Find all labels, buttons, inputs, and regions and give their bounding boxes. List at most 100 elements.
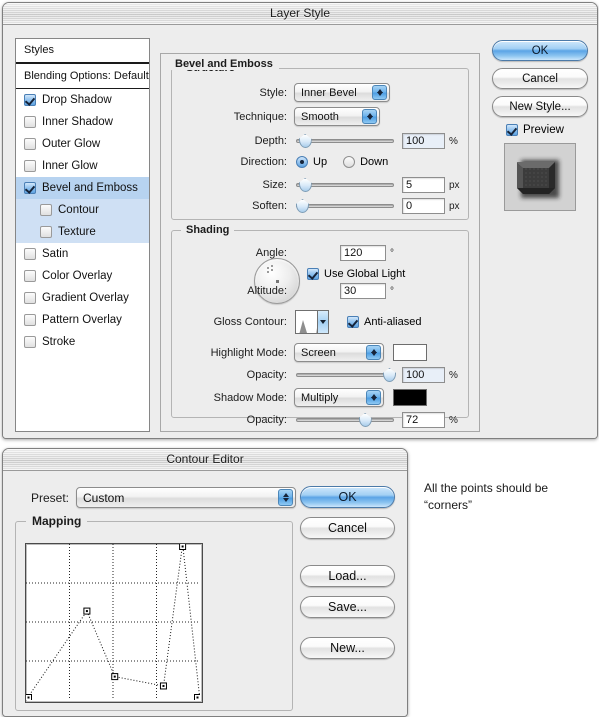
contour-editor-window: Contour Editor Preset: Custom Mapping OK… bbox=[2, 448, 408, 717]
direction-down-label: Down bbox=[360, 156, 389, 168]
preview-bevel-swatch-icon bbox=[517, 160, 559, 198]
soften-input[interactable]: 0 bbox=[402, 198, 445, 214]
technique-select[interactable]: Smooth bbox=[294, 107, 380, 126]
style-item-color-overlay[interactable]: Color Overlay bbox=[16, 265, 149, 287]
contour-editor-titlebar[interactable]: Contour Editor bbox=[3, 449, 407, 471]
save-button[interactable]: Save... bbox=[300, 596, 395, 618]
highlight-mode-label: Highlight Mode: bbox=[210, 346, 287, 359]
checkbox-unchecked-icon[interactable] bbox=[24, 292, 36, 304]
depth-input[interactable]: 100 bbox=[402, 133, 445, 149]
style-item-label: Texture bbox=[58, 226, 96, 238]
highlight-opacity-value: 100 bbox=[406, 369, 425, 381]
checkbox-unchecked-icon[interactable] bbox=[24, 270, 36, 282]
angle-input[interactable]: 120 bbox=[340, 245, 386, 261]
preset-select-value: Custom bbox=[83, 490, 125, 505]
load-button[interactable]: Load... bbox=[300, 565, 395, 587]
direction-up-label: Up bbox=[313, 156, 328, 168]
contour-curve-svg[interactable] bbox=[26, 544, 200, 700]
highlight-opacity-input[interactable]: 100 bbox=[402, 367, 445, 383]
style-item-texture[interactable]: Texture bbox=[16, 221, 149, 243]
depth-slider-thumb[interactable] bbox=[298, 134, 312, 148]
anti-aliased-label: Anti-aliased bbox=[364, 316, 422, 328]
style-select-value: Inner Bevel bbox=[301, 86, 357, 99]
checkbox-unchecked-icon[interactable] bbox=[24, 116, 36, 128]
chevron-down-icon[interactable] bbox=[317, 311, 328, 333]
annotation-line-2: “corners” bbox=[424, 498, 473, 512]
shadow-opacity-input[interactable]: 72 bbox=[402, 412, 445, 428]
preset-select[interactable]: Custom bbox=[76, 487, 296, 508]
style-select[interactable]: Inner Bevel bbox=[294, 83, 390, 102]
checkbox-unchecked-icon[interactable] bbox=[40, 226, 52, 238]
style-item-satin[interactable]: Satin bbox=[16, 243, 149, 265]
checkbox-unchecked-icon[interactable] bbox=[24, 248, 36, 260]
contour-editor-body: Preset: Custom Mapping OK Cancel Load...… bbox=[3, 471, 407, 716]
size-label: Size: bbox=[262, 179, 287, 191]
soften-slider[interactable] bbox=[296, 199, 394, 213]
ok-button[interactable]: OK bbox=[492, 40, 588, 61]
cancel-button[interactable]: Cancel bbox=[492, 68, 588, 89]
layer-style-window: Layer Style Styles Blending Options: Def… bbox=[2, 2, 598, 439]
style-item-outer-glow[interactable]: Outer Glow bbox=[16, 133, 149, 155]
style-item-gradient-overlay[interactable]: Gradient Overlay bbox=[16, 287, 149, 309]
angle-dial-tick bbox=[271, 269, 273, 271]
direction-radio-up[interactable]: Up bbox=[296, 156, 327, 168]
new-style-button[interactable]: New Style... bbox=[492, 96, 588, 117]
chevron-updown-icon bbox=[366, 390, 381, 405]
new-button[interactable]: New... bbox=[300, 637, 395, 659]
checkbox-checked-icon[interactable] bbox=[24, 94, 36, 106]
soften-slider-thumb[interactable] bbox=[296, 199, 309, 213]
checkbox-checked-icon[interactable] bbox=[24, 182, 36, 194]
angle-dial-tick bbox=[267, 271, 269, 273]
style-item-inner-shadow[interactable]: Inner Shadow bbox=[16, 111, 149, 133]
style-item-drop-shadow[interactable]: Drop Shadow bbox=[16, 89, 149, 111]
checkbox-unchecked-icon[interactable] bbox=[24, 160, 36, 172]
depth-slider[interactable] bbox=[296, 134, 394, 148]
radio-down-icon bbox=[343, 156, 356, 168]
checkbox-unchecked-icon[interactable] bbox=[24, 336, 36, 348]
size-slider-thumb[interactable] bbox=[298, 178, 312, 192]
preview-checkbox[interactable]: Preview bbox=[506, 124, 564, 136]
direction-radio-down[interactable]: Down bbox=[343, 156, 388, 168]
use-global-light-checkbox[interactable]: Use Global Light bbox=[307, 268, 405, 280]
highlight-opacity-slider[interactable] bbox=[296, 368, 396, 382]
technique-row: Technique: Smooth bbox=[171, 107, 467, 126]
size-slider[interactable] bbox=[296, 178, 394, 192]
screenshot-root: Layer Style Styles Blending Options: Def… bbox=[0, 0, 599, 717]
styles-panel: Styles Blending Options: Default Drop Sh… bbox=[15, 38, 150, 432]
altitude-input[interactable]: 30 bbox=[340, 283, 386, 299]
depth-label: Depth: bbox=[254, 135, 287, 147]
highlight-mode-select[interactable]: Screen bbox=[294, 343, 384, 362]
checkbox-unchecked-icon[interactable] bbox=[40, 204, 52, 216]
style-item-bevel-and-emboss[interactable]: Bevel and Emboss bbox=[16, 177, 149, 199]
style-item-inner-glow[interactable]: Inner Glow bbox=[16, 155, 149, 177]
shadow-mode-select[interactable]: Multiply bbox=[294, 388, 384, 407]
contour-curve-graph[interactable] bbox=[25, 543, 203, 703]
gloss-contour-preview[interactable] bbox=[295, 310, 329, 334]
style-item-pattern-overlay[interactable]: Pattern Overlay bbox=[16, 309, 149, 331]
checkbox-unchecked-icon[interactable] bbox=[24, 138, 36, 150]
style-item-label: Color Overlay bbox=[42, 270, 113, 282]
style-row: Style: Inner Bevel bbox=[171, 83, 467, 102]
highlight-color-swatch[interactable] bbox=[393, 344, 427, 361]
anti-aliased-checkbox[interactable]: Anti-aliased bbox=[347, 316, 421, 328]
shadow-opacity-track bbox=[296, 418, 394, 422]
style-item-label: Contour bbox=[58, 204, 99, 216]
style-item-stroke[interactable]: Stroke bbox=[16, 331, 149, 353]
size-row: Size: 5 px bbox=[171, 177, 467, 193]
shadow-color-swatch[interactable] bbox=[393, 389, 427, 406]
layer-style-title: Layer Style bbox=[269, 6, 331, 20]
layer-style-titlebar[interactable]: Layer Style bbox=[3, 3, 597, 25]
checkbox-checked-icon bbox=[347, 316, 359, 328]
checkbox-unchecked-icon[interactable] bbox=[24, 314, 36, 326]
blending-options-row[interactable]: Blending Options: Default bbox=[16, 64, 149, 89]
shadow-opacity-thumb[interactable] bbox=[358, 413, 372, 427]
depth-unit: % bbox=[449, 135, 458, 147]
style-item-contour[interactable]: Contour bbox=[16, 199, 149, 221]
contour-cancel-button[interactable]: Cancel bbox=[300, 517, 395, 539]
contour-ok-button[interactable]: OK bbox=[300, 486, 395, 508]
angle-label: Angle: bbox=[255, 247, 287, 259]
chevron-updown-icon bbox=[366, 345, 381, 360]
shadow-opacity-slider[interactable] bbox=[296, 413, 394, 427]
size-input[interactable]: 5 bbox=[402, 177, 445, 193]
highlight-opacity-thumb[interactable] bbox=[383, 368, 396, 382]
